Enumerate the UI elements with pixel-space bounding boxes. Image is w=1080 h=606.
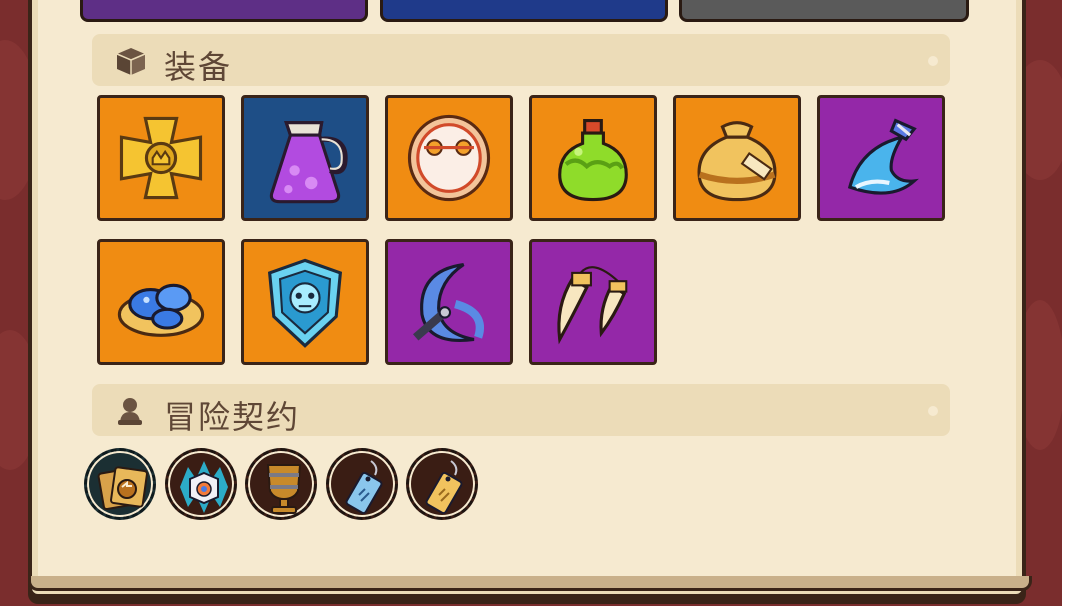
purple-potion-jug-icon	[269, 121, 348, 204]
contract-slot[interactable]	[406, 448, 478, 520]
equipment-slot[interactable]	[97, 95, 225, 221]
contract-slot[interactable]	[165, 448, 237, 520]
equipment-slot[interactable]	[97, 239, 225, 365]
cube-icon	[116, 48, 146, 75]
equipment-slot[interactable]	[385, 95, 513, 221]
electric-cube-icon	[180, 461, 228, 513]
golden-goblet-icon	[266, 464, 302, 514]
adventure-contract-header: 冒险契约	[92, 384, 950, 436]
blue-slime-egg-icon	[117, 283, 205, 337]
crescent-blade-icon	[412, 263, 484, 342]
panel-bottom-edge	[28, 576, 1032, 591]
skull-shield-icon	[267, 258, 343, 348]
equipment-slot[interactable]	[529, 95, 657, 221]
loot-sack-icon	[697, 121, 777, 202]
contract-slot[interactable]	[326, 448, 398, 520]
adventurer-bust-icon	[118, 398, 142, 425]
equipment-slot[interactable]	[241, 239, 369, 365]
equipment-slot[interactable]	[817, 95, 945, 221]
equipment-slot[interactable]	[241, 95, 369, 221]
equipment-slot[interactable]	[529, 239, 657, 365]
equipment-slot[interactable]	[385, 239, 513, 365]
top-tab-gray[interactable]	[679, 0, 969, 22]
golden-cross-amulet-icon	[119, 116, 203, 200]
adventure-contract-title: 冒险契约	[164, 398, 301, 436]
contract-slot[interactable]	[245, 448, 317, 520]
swap-cards-icon	[97, 466, 148, 511]
screen-edge	[1062, 0, 1080, 606]
eye-ring-icon	[407, 114, 491, 202]
equipment-header: 装备	[92, 34, 950, 86]
fang-pair-icon	[557, 266, 628, 345]
ice-claw-blade-icon	[847, 118, 919, 195]
green-poison-flask-icon	[558, 119, 628, 202]
top-tab-blue[interactable]	[380, 0, 668, 22]
contract-slot-selected[interactable]	[84, 448, 156, 520]
blue-talisman-tag-icon	[345, 460, 383, 514]
equipment-title: 装备	[164, 48, 233, 86]
top-tab-purple[interactable]	[80, 0, 368, 22]
gold-talisman-tag-icon	[425, 460, 463, 514]
equipment-slot[interactable]	[673, 95, 801, 221]
